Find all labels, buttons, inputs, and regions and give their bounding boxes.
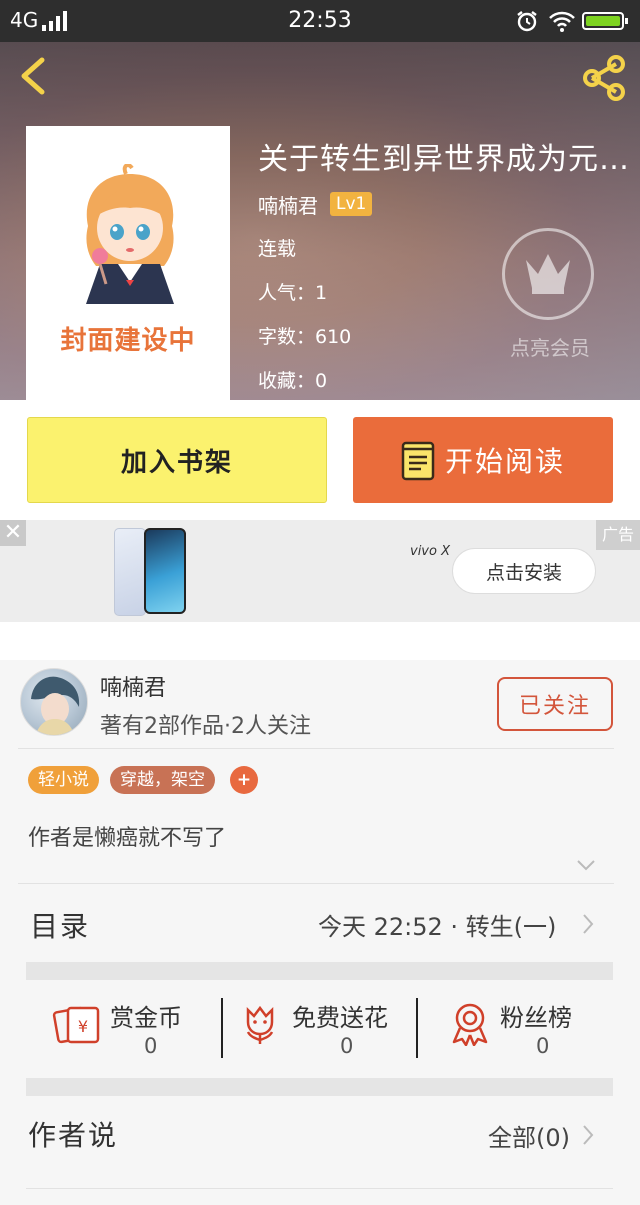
crown-icon — [526, 254, 570, 294]
ad-install-button[interactable]: 点击安装 — [452, 548, 596, 594]
tag-light-novel[interactable]: 轻小说 — [28, 766, 99, 794]
divider — [18, 883, 614, 884]
ad-label: 广告 — [596, 520, 640, 550]
section-band — [26, 1078, 613, 1096]
stat-divider — [221, 998, 223, 1058]
battery-icon — [582, 12, 628, 30]
clock: 22:53 — [288, 8, 352, 33]
ad-banner[interactable]: ✕ vivo X 点击安装 广告 — [0, 520, 640, 622]
vip-label: 点亮会员 — [510, 336, 590, 360]
author-works-summary: 著有2部作品·2人关注 — [100, 714, 311, 739]
divider — [26, 1188, 613, 1189]
coin-envelope-icon: ¥ — [52, 1006, 100, 1044]
follow-button[interactable]: 已关注 — [497, 677, 613, 731]
alarm-icon — [517, 11, 537, 32]
ad-brand: vivo X — [410, 544, 450, 559]
add-to-shelf-button[interactable]: 加入书架 — [27, 417, 327, 503]
ad-phone-front-image — [144, 528, 186, 614]
stat-reward-label: 赏金币 — [110, 1004, 182, 1032]
level-badge: Lv1 — [330, 192, 373, 216]
chevron-right-icon[interactable] — [582, 1124, 594, 1146]
stat-divider — [416, 998, 418, 1058]
divider — [18, 748, 614, 749]
book-title: 关于转生到异世界成为元… — [258, 142, 630, 177]
stat-fan-ranking[interactable]: 粉丝榜 0 — [450, 994, 640, 1074]
medal-icon — [452, 1003, 488, 1046]
stat-reward-coins[interactable]: ¥ 赏金币 0 — [52, 994, 242, 1074]
book-header: 封面建设中 关于转生到异世界成为元… 喃楠君 Lv1 连载 人气：1 字数：61… — [0, 42, 640, 400]
author-avatar[interactable] — [20, 668, 88, 736]
back-arrow-icon[interactable] — [14, 54, 54, 98]
vip-button[interactable]: 点亮会员 — [500, 228, 600, 360]
stat-flowers-label: 免费送花 — [292, 1004, 388, 1032]
book-popularity: 人气：1 — [258, 282, 328, 304]
book-word-count: 字数：610 — [258, 326, 352, 348]
share-icon[interactable] — [578, 52, 630, 104]
start-reading-label: 开始阅读 — [444, 445, 565, 478]
start-reading-button[interactable]: 开始阅读 — [353, 417, 613, 503]
stat-reward-value: 0 — [144, 1034, 158, 1058]
book-status: 连载 — [258, 238, 297, 260]
svg-text:¥: ¥ — [78, 1017, 88, 1036]
avatar-illustration — [31, 676, 80, 735]
section-band — [26, 962, 613, 980]
flower-icon — [246, 1005, 274, 1044]
author-name[interactable]: 喃楠君 — [100, 670, 166, 702]
author-says-all[interactable]: 全部(0) — [488, 1118, 570, 1153]
wifi-icon — [549, 11, 575, 32]
cover-placeholder-text: 封面建设中 — [60, 326, 196, 356]
add-tag-button[interactable]: + — [230, 766, 258, 794]
chevron-right-icon[interactable] — [582, 913, 594, 935]
ad-phone-back-image — [114, 528, 146, 616]
ad-close-icon[interactable]: ✕ — [0, 520, 26, 546]
cover-illustration — [86, 164, 174, 304]
book-cover[interactable]: 封面建设中 — [26, 126, 230, 400]
book-favorites: 收藏：0 — [258, 370, 328, 392]
toc-latest-chapter[interactable]: 今天 22:52 · 转生(一) — [318, 907, 556, 942]
spacer — [0, 622, 640, 660]
stat-fans-value: 0 — [536, 1034, 550, 1058]
toc-label[interactable]: 目录 — [30, 905, 90, 945]
author-intro: 作者是懒癌就不写了 — [28, 826, 227, 851]
status-bar: 4G 22:53 — [0, 0, 640, 42]
stat-free-flowers[interactable]: 免费送花 0 — [240, 994, 430, 1074]
author-section: 喃楠君 著有2部作品·2人关注 已关注 轻小说 穿越，架空 + 作者是懒癌就不写… — [0, 660, 640, 1205]
book-author[interactable]: 喃楠君 — [258, 190, 318, 219]
tag-genre[interactable]: 穿越，架空 — [110, 766, 215, 794]
book-icon — [401, 441, 435, 481]
chevron-down-icon[interactable] — [576, 858, 596, 872]
stat-flowers-value: 0 — [340, 1034, 354, 1058]
stat-fans-label: 粉丝榜 — [500, 1004, 572, 1032]
author-says-label[interactable]: 作者说 — [28, 1114, 118, 1154]
action-bar: 加入书架 开始阅读 — [0, 400, 640, 520]
